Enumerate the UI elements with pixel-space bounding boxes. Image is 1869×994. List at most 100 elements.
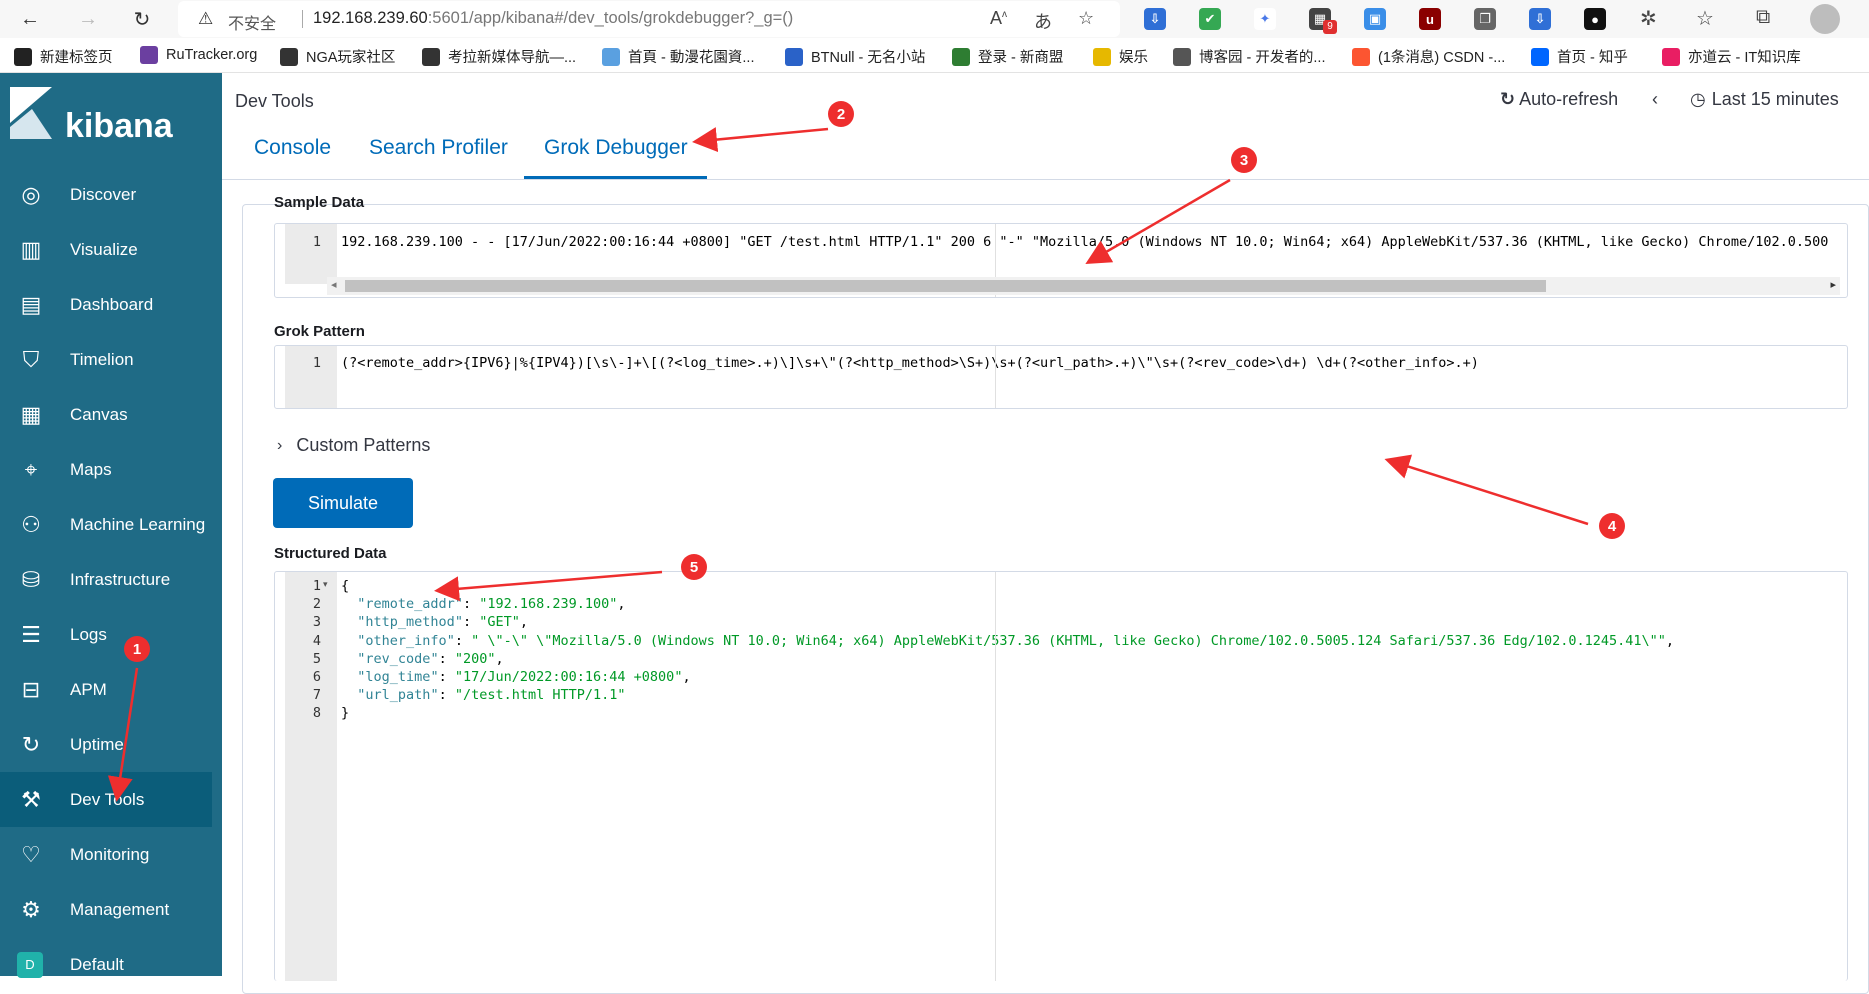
bookmark-favicon-icon (602, 47, 620, 66)
bookmark-item[interactable]: RuTracker.org (140, 46, 257, 64)
uptime-icon: ↻ (21, 731, 41, 757)
auto-refresh-button[interactable]: ↻ Auto-refresh (1500, 89, 1618, 110)
horizontal-scrollbar[interactable]: ◂ ▸ (327, 277, 1840, 295)
sidebar-item-monitoring[interactable]: ♡ Monitoring (0, 827, 222, 882)
timelion-icon: ⛉ (22, 346, 40, 372)
reload-icon[interactable]: ↻ (128, 5, 156, 33)
page-title: Dev Tools (235, 91, 314, 111)
tampermonkey-icon[interactable]: ● (1584, 8, 1606, 30)
simulate-button[interactable]: Simulate (273, 478, 413, 528)
editor-gutter (285, 224, 337, 284)
custom-patterns-toggle[interactable]: › Custom Patterns (277, 435, 430, 456)
bookmark-item[interactable]: 博客园 - 开发者的... (1173, 46, 1325, 67)
kibana-logo[interactable]: kibana (0, 73, 222, 165)
bookmark-item[interactable]: (1条消息) CSDN -... (1352, 46, 1505, 67)
scroll-right-icon[interactable]: ▸ (1830, 278, 1836, 291)
bookmarks-bar: 新建标签页 RuTracker.org NGA玩家社区 考拉新媒体导航—... 首頁 -… (0, 38, 1869, 73)
line-number: 4 (312, 632, 321, 649)
ublock-icon[interactable]: u (1419, 8, 1441, 30)
custom-patterns-label: Custom Patterns (296, 435, 431, 455)
copy-extension-icon[interactable]: ❐ (1474, 8, 1496, 30)
bookmark-label: BTNull - 无名小站 (811, 50, 926, 66)
profile-avatar[interactable] (1810, 4, 1840, 34)
shield-extension-icon[interactable]: ✔ (1199, 8, 1221, 30)
sidebar-item-logs[interactable]: ☰ Logs (0, 607, 222, 662)
line-number: 5 (312, 650, 321, 667)
sidebar-item-visualize[interactable]: ▥ Visualize (0, 222, 222, 277)
sidebar-item-machine-learning[interactable]: ⚇ Machine Learning (0, 497, 222, 552)
grok-pattern-text[interactable]: (?<remote_addr>{IPV6}|%{IPV4})[\s\-]+\[(… (341, 355, 1479, 371)
scrollbar-thumb[interactable] (345, 280, 1546, 292)
sidebar-item-label: Uptime (70, 734, 124, 754)
collections-icon[interactable]: ⧉ (1756, 6, 1770, 29)
browser-toolbar: ← → ↻ ⚠ 不安全 192.168.239.60:5601/app/kiba… (0, 0, 1869, 38)
chevron-left-icon[interactable]: ‹ (1652, 89, 1658, 110)
bookmark-item[interactable]: NGA玩家社区 (280, 46, 395, 67)
infrastructure-icon: ⛁ (21, 566, 41, 592)
bookmark-item[interactable]: 首页 - 知乎 (1531, 46, 1628, 67)
json-value: GET (487, 614, 512, 631)
sidebar-item-canvas[interactable]: ▦ Canvas (0, 387, 222, 442)
tab-console[interactable]: Console (254, 136, 331, 160)
scroll-left-icon[interactable]: ◂ (331, 278, 337, 291)
annotation-number-5: 5 (681, 554, 707, 580)
line-number: 6 (312, 669, 321, 685)
sidebar-item-maps[interactable]: ⌖ Maps (0, 442, 222, 497)
bookmark-item[interactable]: 首頁 - 動漫花園資... (602, 46, 754, 67)
read-aloud-icon[interactable]: Aʌ (990, 8, 1007, 29)
bookmark-item[interactable]: 考拉新媒体导航—... (422, 46, 576, 67)
bookmark-item[interactable]: 娱乐 (1093, 46, 1148, 67)
bookmark-item[interactable]: 新建标签页 (14, 46, 113, 67)
json-line: "log_time": "17/Jun/2022:00:16:44 +0800"… (357, 669, 691, 685)
sample-data-editor[interactable]: 1 192.168.239.100 - - [17/Jun/2022:00:16… (274, 223, 1848, 298)
grok-pattern-title: Grok Pattern (274, 323, 365, 340)
url-text[interactable]: 192.168.239.60:5601/app/kibana#/dev_tool… (313, 9, 793, 28)
sidebar-item-management[interactable]: ⚙ Management (0, 882, 222, 937)
favorite-star-icon[interactable]: ☆ (1078, 8, 1094, 29)
translate-icon[interactable]: あ (1034, 8, 1052, 34)
extensions-puzzle-icon[interactable]: ✲ (1640, 6, 1657, 31)
json-value: 17/Jun/2022:00:16:44 +0800 (462, 669, 675, 685)
favorites-icon[interactable]: ☆ (1696, 6, 1714, 31)
sidebar-item-apm[interactable]: ⊟ APM (0, 662, 222, 717)
json-value: \"-\" \"Mozilla/5.0 (Windows NT 10.0; Wi… (479, 632, 1658, 649)
sidebar-item-dashboard[interactable]: ▤ Dashboard (0, 277, 222, 332)
download2-extension-icon[interactable]: ⇩ (1529, 8, 1551, 30)
bookmark-item[interactable]: 登录 - 新商盟 (952, 46, 1063, 67)
chevron-right-icon: › (277, 436, 283, 454)
bookmark-item[interactable]: BTNull - 无名小站 (785, 46, 925, 67)
sidebar-item-timelion[interactable]: ⛉ Timelion (0, 332, 222, 387)
fold-toggle-icon[interactable]: ▾ (323, 579, 328, 590)
json-key: remote_addr (365, 596, 455, 613)
sidebar-item-label: Maps (70, 459, 112, 479)
sidebar-item-discover[interactable]: ◎ Discover (0, 167, 222, 222)
sidebar-item-dev-tools[interactable]: ⚒ Dev Tools (0, 772, 212, 827)
bookmark-favicon-icon (1173, 47, 1191, 66)
bird-extension-icon[interactable]: ✦ (1254, 8, 1276, 30)
sidebar-item-label: Logs (70, 624, 107, 644)
address-bar[interactable]: ⚠ 不安全 192.168.239.60:5601/app/kibana#/de… (178, 1, 1120, 37)
back-arrow-icon[interactable]: ← (16, 5, 44, 33)
sidebar-item-uptime[interactable]: ↻ Uptime (0, 717, 222, 772)
warning-icon: ⚠ (198, 9, 214, 28)
download-extension-icon[interactable]: ⇩ (1144, 8, 1166, 30)
sample-data-text[interactable]: 192.168.239.100 - - [17/Jun/2022:00:16:4… (341, 234, 1828, 250)
sidebar-item-label: Management (70, 899, 170, 919)
bookmark-item[interactable]: 亦道云 - IT知识库 (1662, 46, 1801, 67)
forward-arrow-icon[interactable]: → (74, 5, 102, 33)
grok-pattern-editor[interactable]: 1 (?<remote_addr>{IPV6}|%{IPV4})[\s\-]+\… (274, 345, 1848, 409)
time-picker-button[interactable]: ◷ Last 15 minutes (1690, 89, 1839, 110)
insecure-label: 不安全 (228, 16, 277, 33)
json-line: "remote_addr": "192.168.239.100", (357, 596, 626, 613)
structured-data-editor[interactable]: 1 2 3 4 5 6 7 8 ▾ { "remote_addr": "192.168.239.1… (274, 571, 1848, 981)
tab-search-profiler[interactable]: Search Profiler (369, 136, 508, 160)
sidebar-item-default[interactable]: D Default (0, 937, 222, 992)
tab-grok-debugger[interactable]: Grok Debugger (544, 136, 688, 160)
compass-icon: ◎ (21, 181, 41, 207)
sidebar-item-infrastructure[interactable]: ⛁ Infrastructure (0, 552, 222, 607)
user-extension-icon[interactable]: ▣ (1364, 8, 1386, 30)
line-number: 1 (312, 578, 321, 594)
kibana-logo-icon (10, 87, 52, 139)
sidebar-item-label: Visualize (70, 239, 138, 259)
folder-icon (1093, 47, 1111, 66)
